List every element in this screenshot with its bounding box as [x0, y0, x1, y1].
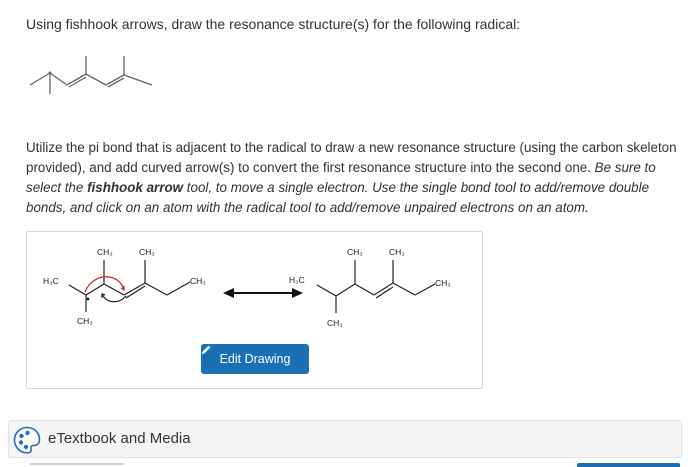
etextbook-media-label: eTextbook and Media — [48, 430, 191, 447]
etextbook-media-bar[interactable]: eTextbook and Media — [8, 420, 682, 458]
pencil-icon — [201, 345, 211, 355]
edit-drawing-button[interactable]: Edit Drawing — [201, 344, 309, 374]
right-ch3-top1-label: CH₃ — [347, 247, 363, 257]
etextbook-media-icon — [13, 426, 41, 454]
right-ch3-bottom-label: CH₃ — [327, 318, 343, 328]
left-resonance-structure: H₃C CH₃ CH₃ CH₃ CH₃ — [43, 247, 206, 326]
drawing-preview-panel: H₃C CH₃ CH₃ CH₃ CH₃ H₃C CH₃ CH₃ CH₃ CH₃ … — [26, 231, 483, 389]
bottom-divider-left — [30, 463, 124, 465]
left-h3c-label: H₃C — [43, 276, 59, 286]
edit-drawing-label: Edit Drawing — [219, 352, 291, 366]
instructions-bold-tool-name: fishhook arrow — [87, 180, 184, 195]
right-h3c-label: H₃C — [289, 275, 305, 285]
question-prompt: Using fishhook arrows, draw the resonanc… — [26, 16, 521, 32]
left-ch3-right-label: CH₃ — [190, 276, 206, 286]
right-resonance-structure: H₃C CH₃ CH₃ CH₃ CH₃ — [289, 247, 451, 328]
left-ch3-bottom-label: CH₃ — [77, 316, 93, 326]
instructions-plain-text: Utilize the pi bond that is adjacent to … — [26, 140, 677, 175]
right-ch3-top2-label: CH₃ — [389, 247, 405, 257]
left-ch3-top1-label: CH₃ — [97, 247, 113, 257]
radical-skeleton-structure — [29, 56, 153, 94]
right-ch3-right-label: CH₃ — [435, 278, 451, 288]
double-headed-resonance-arrow — [223, 288, 303, 298]
instructions-paragraph: Utilize the pi bond that is adjacent to … — [26, 138, 686, 218]
left-ch3-top2-label: CH₃ — [139, 247, 155, 257]
bottom-button-edge[interactable] — [577, 463, 680, 467]
